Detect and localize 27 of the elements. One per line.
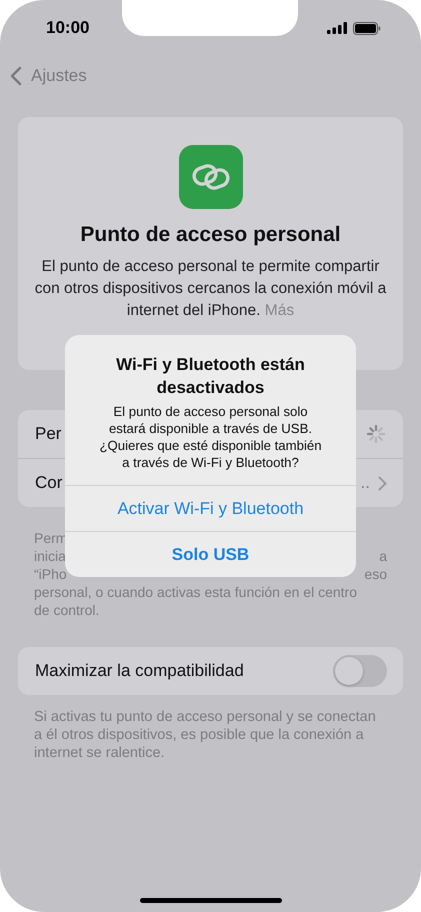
footer-text: de control. [34, 601, 100, 619]
back-button[interactable]: Ajustes [10, 66, 87, 86]
hotspot-title: Punto de acceso personal [80, 223, 341, 247]
footer-text: inicia [34, 547, 66, 565]
footer-text: a [379, 547, 387, 565]
setting-label: Cor [35, 473, 62, 493]
hotspot-description: El punto de acceso personal te permite compartir con otros dispositivos cercanos la conexión móvil a internet del iPhone. Más [34, 257, 388, 321]
loading-spinner-icon [365, 423, 387, 445]
alert-message: El punto de acceso personal solo estará disponible a través de USB. ¿Quieres que esté disponible también a través de Wi-Fi y Bluetooth? [98, 403, 323, 471]
alert-button[interactable]: Solo USB [65, 531, 356, 577]
footer-text: “iPho [34, 565, 67, 583]
footer-text: Si activas tu punto de acceso personal y se conectan a él otros dispositivos, es posible que la conexión a internet se ralentice. [34, 708, 377, 762]
footer-text: personal, o cuando activas esta función en el centro [34, 583, 357, 601]
link-icon [178, 145, 242, 209]
signal-icon [327, 22, 347, 34]
battery-icon [353, 22, 381, 34]
chevron-icon [378, 476, 387, 490]
alert-title: Wi-Fi y Bluetooth están desactivados [115, 354, 306, 399]
setting-label: Maximizar la compatibilidad [35, 661, 244, 681]
toggle-switch[interactable] [333, 655, 387, 687]
status-time: 10:00 [46, 18, 90, 38]
setting-value: .. [360, 473, 370, 493]
more-info-link[interactable]: Más [264, 302, 294, 319]
back-icon [10, 66, 22, 86]
alert-button[interactable]: Activar Wi-Fi y Bluetooth [65, 485, 356, 531]
footer-text: eso [364, 565, 387, 583]
setting-label: Per [35, 424, 62, 444]
